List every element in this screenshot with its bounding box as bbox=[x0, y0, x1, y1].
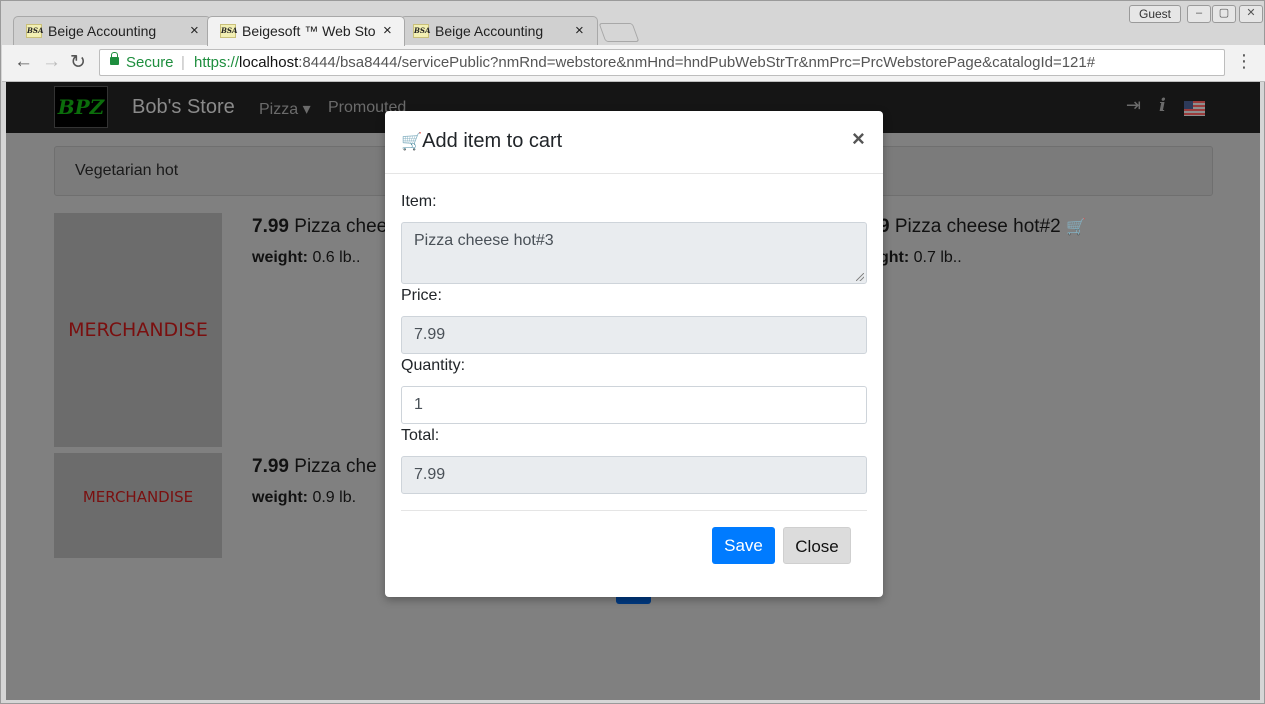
cart-icon[interactable]: 🛒 bbox=[1066, 219, 1086, 236]
item-label: Item: bbox=[401, 193, 437, 210]
footer-divider bbox=[401, 510, 867, 511]
address-bar[interactable]: Secure | https://localhost:8444/bsa8444/… bbox=[99, 49, 1225, 76]
product-name: Pizza che bbox=[294, 456, 377, 477]
tab-strip: BSA Beige Accounting × BSA Beigesoft ™ W… bbox=[1, 1, 1265, 46]
dialog-title: 🛒Add item to cart bbox=[401, 130, 562, 153]
new-tab-button[interactable] bbox=[598, 23, 640, 42]
tab-title: Beige Accounting bbox=[48, 23, 157, 39]
add-to-cart-dialog: 🛒Add item to cart × Item: Pizza cheese h… bbox=[385, 111, 883, 597]
store-brand[interactable]: Bob's Store bbox=[132, 96, 235, 119]
price-label: Price: bbox=[401, 287, 442, 304]
close-icon[interactable]: × bbox=[852, 126, 865, 152]
browser-menu-icon[interactable]: ⋮ bbox=[1235, 51, 1253, 72]
url-separator: | bbox=[181, 54, 185, 71]
weight-value: 0.7 lb.. bbox=[913, 249, 962, 266]
product-price: 7.99 bbox=[252, 456, 289, 477]
product-weight: weight: 0.6 lb.. bbox=[252, 249, 360, 267]
tab-close-icon[interactable]: × bbox=[383, 22, 392, 39]
browser-window: BSA Beige Accounting × BSA Beigesoft ™ W… bbox=[0, 0, 1265, 704]
url-path: :8444/bsa8444/servicePublic?nmRnd=websto… bbox=[298, 54, 1096, 71]
tab-close-icon[interactable]: × bbox=[575, 22, 584, 39]
url-host: localhost bbox=[239, 54, 299, 71]
dialog-header: 🛒Add item to cart × bbox=[385, 111, 883, 174]
cart-icon: 🛒 bbox=[401, 132, 423, 151]
resize-handle-icon[interactable] bbox=[856, 273, 864, 281]
item-value: Pizza cheese hot#3 bbox=[414, 232, 554, 249]
bsa-favicon-icon: BSA bbox=[26, 24, 43, 38]
url-scheme: https:// bbox=[194, 54, 240, 71]
price-field[interactable]: 7.99 bbox=[401, 316, 867, 354]
product-name: Pizza cheese hot#2 bbox=[894, 216, 1061, 237]
tab-beige-accounting-1[interactable]: BSA Beige Accounting × bbox=[13, 16, 211, 45]
reload-icon[interactable]: ↻ bbox=[70, 51, 86, 74]
product-weight: weight: 0.9 lb. bbox=[252, 489, 356, 507]
store-logo[interactable]: BPZ bbox=[54, 86, 108, 128]
item-textarea[interactable]: Pizza cheese hot#3 bbox=[401, 222, 867, 284]
product-image[interactable]: MERCHANDISE bbox=[54, 453, 222, 558]
quantity-label: Quantity: bbox=[401, 357, 466, 374]
profile-button[interactable]: Guest bbox=[1129, 5, 1181, 23]
weight-label: ght: bbox=[879, 249, 910, 266]
dialog-title-text: Add item to cart bbox=[422, 130, 563, 152]
window-close-icon[interactable]: ✕ bbox=[1239, 5, 1263, 23]
bsa-favicon-icon: BSA bbox=[220, 24, 237, 38]
login-icon[interactable]: ⇥ bbox=[1126, 95, 1141, 116]
bsa-favicon-icon: BSA bbox=[413, 24, 430, 38]
product-image[interactable]: MERCHANDISE bbox=[54, 213, 222, 447]
tab-web-store[interactable]: BSA Beigesoft ™ Web Sto × bbox=[207, 16, 405, 46]
weight-value: 0.9 lb. bbox=[312, 489, 357, 506]
total-field[interactable]: 7.99 bbox=[401, 456, 867, 494]
forward-icon[interactable]: → bbox=[42, 51, 61, 73]
product-name: Pizza chee bbox=[294, 216, 388, 237]
us-flag-icon[interactable] bbox=[1184, 101, 1205, 116]
restore-icon[interactable]: ▢ bbox=[1212, 5, 1236, 23]
weight-label: weight: bbox=[252, 249, 308, 266]
quantity-field[interactable]: 1 bbox=[401, 386, 867, 424]
browser-toolbar: ← → ↻ Secure | https://localhost:8444/bs… bbox=[2, 45, 1265, 82]
tab-title: Beige Accounting bbox=[435, 23, 544, 39]
product-title[interactable]: 7.99 Pizza che bbox=[252, 456, 377, 478]
tab-beige-accounting-2[interactable]: BSA Beige Accounting × bbox=[400, 16, 598, 45]
product-price: 7.99 bbox=[252, 216, 289, 237]
url-text: https://localhost:8444/bsa8444/servicePu… bbox=[194, 50, 1095, 75]
weight-label: weight: bbox=[252, 489, 308, 506]
secure-label: Secure bbox=[126, 54, 174, 71]
product-weight: ght: 0.7 lb.. bbox=[879, 249, 962, 267]
tab-close-icon[interactable]: × bbox=[190, 22, 199, 39]
tab-title: Beigesoft ™ Web Sto bbox=[242, 23, 376, 39]
close-button[interactable]: Close bbox=[783, 527, 851, 564]
minimize-icon[interactable]: – bbox=[1187, 5, 1211, 23]
weight-value: 0.6 lb.. bbox=[312, 249, 361, 266]
save-button[interactable]: Save bbox=[712, 527, 775, 564]
lock-icon bbox=[110, 52, 119, 65]
product-title[interactable]: 9 Pizza cheese hot#2 🛒 bbox=[879, 216, 1086, 238]
nav-item-pizza[interactable]: Pizza ▾ bbox=[259, 99, 311, 119]
info-icon[interactable]: i bbox=[1159, 95, 1166, 116]
product-title[interactable]: 7.99 Pizza chee bbox=[252, 216, 387, 238]
total-label: Total: bbox=[401, 427, 440, 444]
back-icon[interactable]: ← bbox=[14, 51, 33, 73]
